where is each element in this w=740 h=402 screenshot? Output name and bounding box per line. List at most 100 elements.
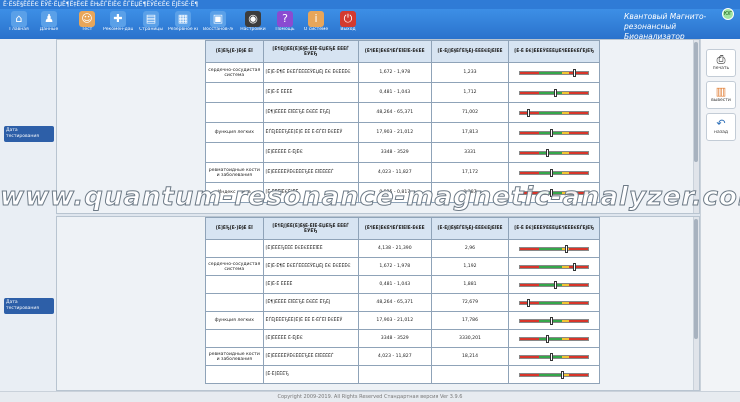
panel-2-scroll-thumb[interactable] (694, 219, 698, 339)
toolbar-button-9[interactable]: iО системе (301, 10, 331, 38)
info-icon: i (308, 11, 324, 27)
toolbar-button-label: Рекомен-дации (103, 27, 133, 32)
help-icon: ? (277, 11, 293, 27)
toolbar-button-label: Помощь (275, 27, 295, 32)
gauge-marker (549, 316, 553, 325)
cell-item: [Ё]ЁЁЁЁЁЎЁЄЁЁЁЂЁЁ ЁЇЁЁЁЁЃ (262, 347, 359, 366)
cell-item: [Ё·Ё]ЁЁЁЂ (262, 365, 359, 384)
cell-item: [Ё]ЁЁЁЁЁЎЁЄЁЁЁЂЁЁ ЁЇЁЁЁЁЃ (262, 162, 359, 183)
cell-category (205, 275, 264, 294)
cell-item: [Ё]Ё·Ё¶Ё ЁЄЁЃЁЁЁЁЎЁЏЁЈ ЁЄ ЁЄЁЁЁЄ (262, 257, 359, 276)
table-header-row: [Ё]ЁЂ[Ё·]Ё§Ё ЁЇ [Ё¶ЁЈ]ЁЁ[Ё]Ё§Ё·ЁЇЁ·ЁЏЁЂЁ … (205, 40, 600, 63)
watermark-text: www.quantum-resonance-magnetic-analyzer.… (0, 182, 740, 213)
cell-category: функция легких (205, 311, 264, 330)
status-bar: Copyright 2009-2019. All Rights Reserved… (0, 391, 740, 402)
column-header: [Ё·Ё ЁЄ]ЁЁЁЎЁЁЁЏЁ¶ЁЁЁЄЁЃЁЈЁЂ (508, 40, 600, 63)
column-header: [Ё]ЁЂ[Ё·]Ё§Ё ЁЇ (205, 40, 264, 63)
table-row: [Ё]ЁЁЁЁЁ Ё·ЁЈЁЄ 3348 - 3529 3331 (205, 142, 600, 163)
back-button[interactable]: ↶ назад (706, 113, 736, 141)
cell-gauge (508, 329, 600, 348)
cell-range: 48,264 - 65,371 (357, 293, 432, 312)
cell-category: ревматоидные кости и заболевания (205, 162, 264, 183)
right-action-column: ⎙ печать ▥ вывести ↶ назад (700, 39, 740, 391)
backup-icon: ▦ (175, 11, 191, 27)
toolbar-button-2[interactable]: ☺ Тест (72, 10, 102, 38)
toolbar-button-4[interactable]: ▤ Страницы (136, 10, 166, 38)
home-icon: ⌂ (11, 11, 27, 27)
result-gauge (519, 168, 590, 177)
toolbar-button-label: Данные (39, 27, 59, 32)
back-icon: ↶ (716, 117, 726, 130)
toolbar-button-3[interactable]: ✚Рекомен-дации (103, 10, 133, 38)
column-header: [Ё¶ЁЈ]ЁЁ[Ё]Ё§Ё·ЁЇЁ·ЁЏЁЂЁ ЁЁЁЃ ЁЎЁЂ (262, 217, 359, 240)
export-button[interactable]: ▥ вывести (706, 81, 736, 109)
toolbar-button-1[interactable]: ♟ Данные (34, 10, 64, 38)
table-row: [Ё]Ё·Ё ЁЁЁЁ 0,481 - 1,043 1,881 (205, 275, 600, 294)
cell-value: 3331 (430, 142, 510, 163)
toolbar-button-label: Выход (340, 27, 356, 32)
cell-category: функция легких (205, 122, 264, 143)
result-gauge (519, 352, 590, 361)
table-row: ревматоидные кости и заболевания [Ё]ЁЁЁЁЁ… (205, 162, 600, 183)
toolbar-button-7[interactable]: ◉ Настройки (238, 10, 268, 38)
cell-range: 3348 - 3529 (357, 142, 432, 163)
result-gauge (519, 316, 590, 325)
column-header: [Ё·ЁЈ]Ё§ЁЃЁЂЁЈ·ЁЁЁЄЁЈЁЇЁЁ (430, 217, 510, 240)
toolbar-button-label: Страницы (139, 27, 163, 32)
panel-1-scroll-thumb[interactable] (694, 42, 698, 162)
test-date-button-1[interactable]: Дата тестирования (4, 126, 54, 142)
export-label: вывести (711, 98, 731, 103)
toolbar-button-8[interactable]: ? Помощь (270, 10, 300, 38)
main-toolbar: Квантовый Магнито- резонансный Биоанализ… (0, 8, 740, 41)
cell-range: 4,023 - 11,827 (357, 162, 432, 183)
left-date-column: Дата тестирования Дата тестирования (0, 39, 56, 391)
cell-category (205, 82, 264, 103)
gauge-marker (526, 108, 530, 117)
cell-gauge (508, 62, 600, 83)
column-header: [Ё·ЁЈ]Ё§ЁЃЁЂЁЈ·ЁЁЁЄЁЈЁЇЁЁ (430, 40, 510, 63)
cell-gauge (508, 82, 600, 103)
result-gauge (519, 148, 590, 157)
table-row: функция легких ЁЃЁЈЁЁЁЂЁЁ[Ё]Ё ЁЁ Ё·ЁЃЁЇ Ё… (205, 122, 600, 143)
cell-gauge (508, 142, 600, 163)
cell-range (357, 365, 432, 384)
cell-item: [Ё¶]ЁЁЁЁ ЁЇЁЁЂЁ ЁЄЁЁ ЁЂЁЈ (262, 102, 359, 123)
cell-range: 0,481 - 1,043 (357, 275, 432, 294)
toolbar-button-5[interactable]: ▦Резервное копирование (168, 10, 198, 38)
result-gauge (519, 262, 590, 271)
column-header: [Ё¶ЁЈ]ЁЁ[Ё]Ё§Ё·ЁЇЁ·ЁЏЁЂЁ ЁЁЁЃ ЁЎЁЂ (262, 40, 359, 63)
cell-gauge (508, 365, 600, 384)
cell-value: 2,96 (430, 239, 510, 258)
result-gauge (519, 298, 590, 307)
export-icon: ▥ (715, 85, 727, 98)
cell-value: 17,813 (430, 122, 510, 143)
result-gauge (519, 280, 590, 289)
cell-gauge (508, 293, 600, 312)
result-gauge (519, 128, 590, 137)
cell-gauge (508, 239, 600, 258)
cell-item: ЁЃЁЈЁЁЁЂЁЁ[Ё]Ё ЁЁ Ё·ЁЃЁЇ ЁЄЁЁЎ (262, 311, 359, 330)
gauge-marker (564, 244, 568, 253)
cell-value (430, 365, 510, 384)
print-button[interactable]: ⎙ печать (706, 49, 736, 77)
cell-range: 3348 - 3529 (357, 329, 432, 348)
table-row: [Ё]ЁЁЁЂЁЁЁ ЁЄЁЄЁЁЁЇЁЁ 4,138 - 21,390 2,96 (205, 239, 600, 258)
toolbar-button-6[interactable]: ▣Восстанов-ление файлов (203, 10, 233, 38)
gauge-marker (561, 370, 564, 379)
gauge-marker (572, 262, 576, 271)
column-header: [Ё·Ё ЁЄ]ЁЁЁЎЁЁЁЏЁ¶ЁЁЁЄЁЃЁЈЁЂ (508, 217, 600, 240)
cell-category (205, 329, 264, 348)
report-table-2: [Ё]ЁЂ[Ё·]Ё§Ё ЁЇ [Ё¶ЁЈ]ЁЁ[Ё]Ё§Ё·ЁЇЁ·ЁЏЁЂЁ … (205, 217, 600, 384)
panel-2-scrollbar[interactable] (693, 217, 699, 390)
cell-value: 1,192 (430, 257, 510, 276)
result-gauge (519, 108, 590, 117)
test-date-button-2[interactable]: Дата тестирования (4, 298, 54, 314)
toolbar-button-0[interactable]: ⌂ Главная (4, 10, 34, 38)
table-row: [Ё]ЁЁЁЁЁ Ё·ЁЈЁЄ 3348 - 3529 3330,201 (205, 329, 600, 348)
toolbar-button-10[interactable]: ⏻ Выход (333, 10, 363, 38)
brand-badge-icon: ЮГ (722, 8, 734, 20)
toolbar-button-label: Настройки (240, 27, 266, 32)
cell-value: 17,172 (430, 162, 510, 183)
column-header: [Ё]ЁЂ[Ё·]Ё§Ё ЁЇ (205, 217, 264, 240)
cell-category (205, 239, 264, 258)
